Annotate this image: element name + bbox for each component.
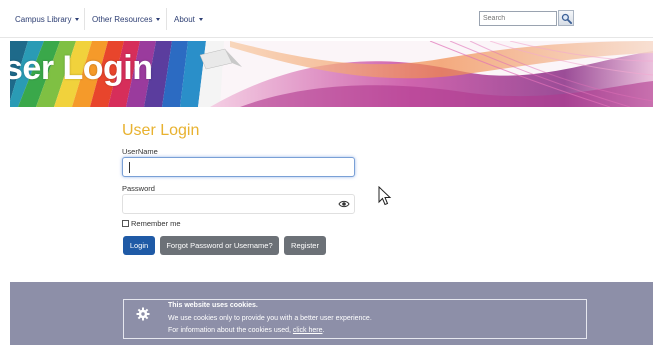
page-banner: ser Login (10, 41, 653, 107)
cookie-title: This website uses cookies. (168, 302, 258, 309)
remember-me-row: Remember me (122, 219, 181, 228)
text-cursor (129, 162, 130, 173)
top-navigation: Campus Library Other Resources About (0, 0, 653, 38)
nav-item-label: Other Resources (92, 14, 153, 24)
nav-other-resources[interactable]: Other Resources (92, 0, 161, 38)
login-button[interactable]: Login (123, 236, 155, 255)
nav-about[interactable]: About (174, 0, 203, 38)
forgot-password-button[interactable]: Forgot Password or Username? (160, 236, 279, 255)
cookie-message: We use cookies only to provide you with … (168, 315, 372, 322)
username-label: UserName (122, 147, 158, 156)
nav-divider (166, 8, 167, 30)
cookie-info-text: For information about the cookies used, (168, 327, 291, 334)
caret-down-icon (75, 17, 80, 21)
show-password-eye-icon[interactable] (338, 198, 350, 210)
remember-me-checkbox[interactable] (122, 220, 129, 227)
caret-down-icon (156, 17, 161, 21)
username-field[interactable] (122, 157, 355, 177)
nav-campus-library[interactable]: Campus Library (15, 0, 80, 38)
password-label: Password (122, 184, 155, 193)
search-button[interactable] (558, 10, 574, 26)
gear-icon (136, 307, 150, 321)
nav-item-label: About (174, 14, 195, 24)
page-title: User Login (122, 122, 200, 139)
magnifier-icon (561, 13, 572, 24)
cookie-info-line: For information about the cookies used, … (168, 327, 324, 334)
cookie-info-suffix: . (322, 327, 325, 334)
register-button[interactable]: Register (284, 236, 326, 255)
nav-divider (84, 8, 85, 30)
nav-item-label: Campus Library (15, 14, 72, 24)
cookie-info-link[interactable]: click here (293, 327, 323, 334)
caret-down-icon (198, 17, 203, 21)
search-input[interactable] (479, 11, 557, 26)
banner-title: ser Login (10, 49, 153, 87)
mouse-pointer-icon (378, 186, 392, 206)
remember-me-label: Remember me (131, 219, 181, 228)
password-field[interactable] (122, 194, 355, 214)
